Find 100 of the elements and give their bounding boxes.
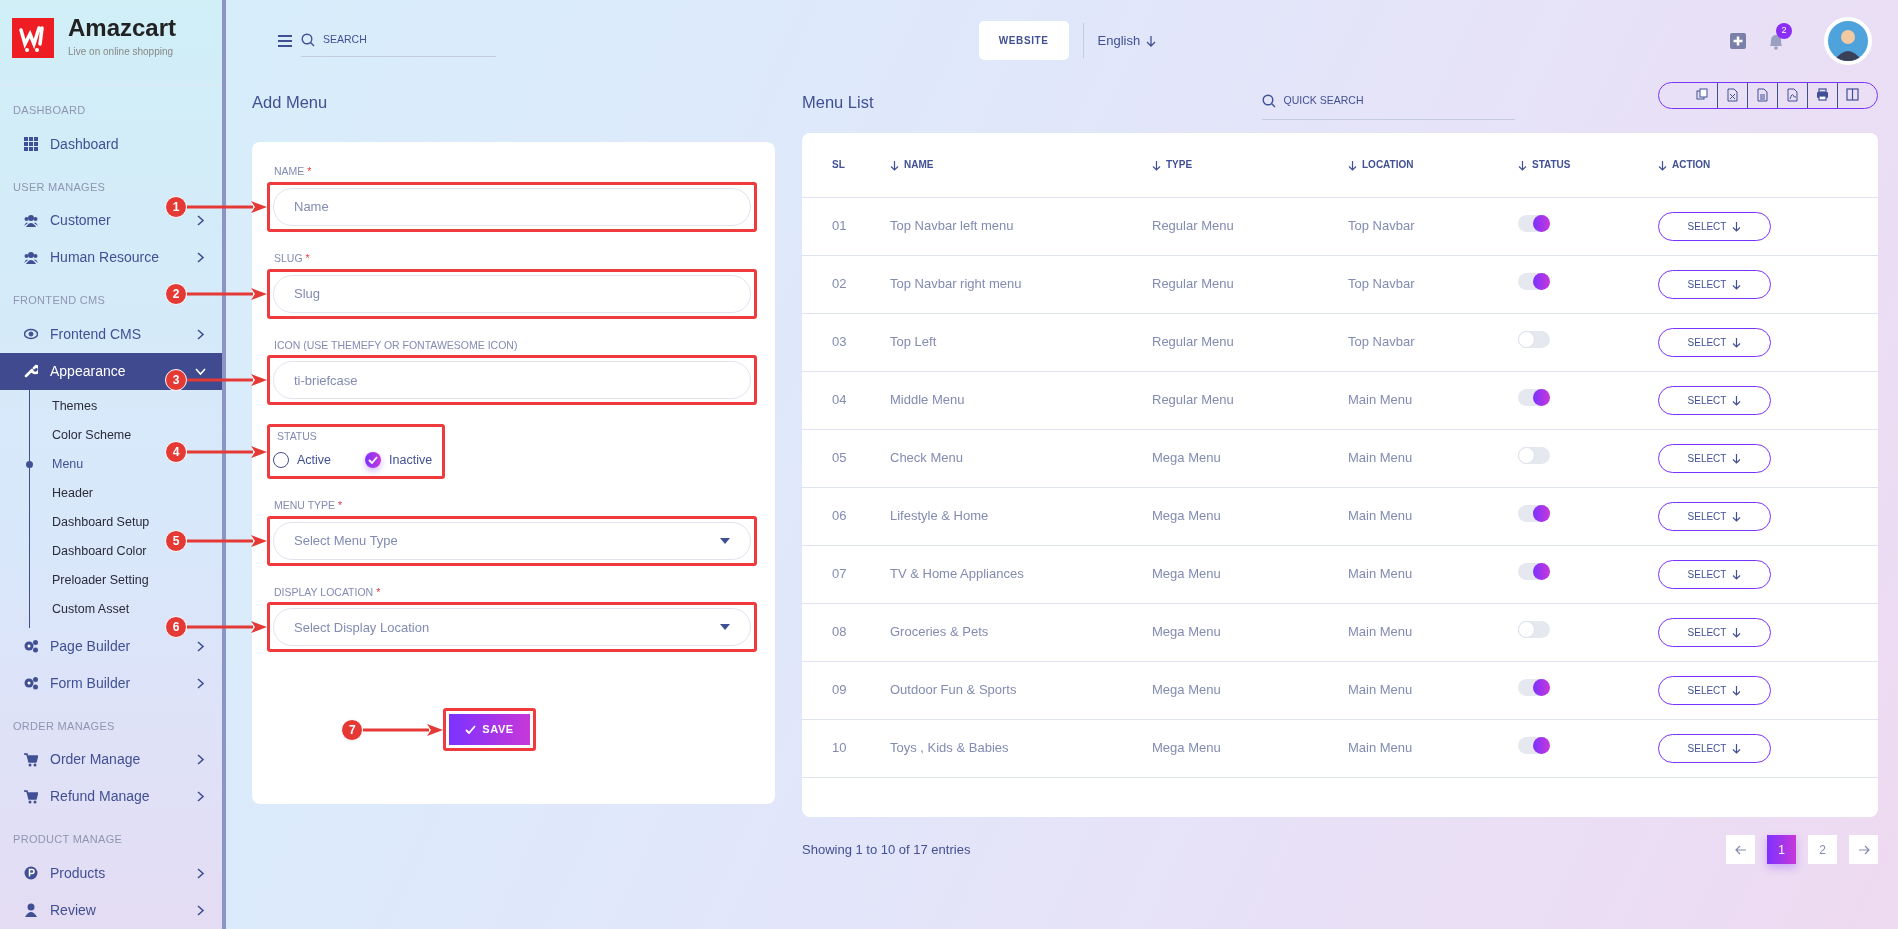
sidebar-item[interactable]: Customer [24, 210, 111, 231]
sidebar-item[interactable]: Page Builder [24, 635, 131, 657]
select-button[interactable]: SELECT [1658, 733, 1771, 763]
column-header[interactable]: NAME [860, 133, 1122, 197]
table-cell: TV & Home Appliances [860, 545, 1122, 603]
chevron-right-icon[interactable] [195, 215, 206, 226]
sidebar-item[interactable]: Appearance [24, 360, 126, 382]
sidebar-heading: ORDER MANAGES [12, 718, 116, 734]
sidebar-item[interactable]: Dashboard [24, 133, 119, 155]
select-button[interactable]: SELECT [1658, 501, 1771, 531]
chevron-right-icon[interactable] [195, 867, 206, 879]
chevron-right-icon[interactable] [195, 640, 206, 652]
avatar[interactable] [1824, 16, 1872, 65]
chevron-right-icon[interactable] [195, 677, 206, 689]
print-icon[interactable] [1816, 88, 1829, 102]
column-header[interactable]: TYPE [1122, 133, 1318, 197]
field-label: MENU TYPE * [274, 497, 344, 513]
table-cell: 08 [802, 603, 860, 661]
select-button[interactable]: SELECT [1658, 385, 1771, 415]
field-label: STATUS [277, 429, 318, 445]
text-field[interactable]: Slug [273, 274, 751, 313]
menu-icon[interactable] [277, 34, 293, 47]
table-cell: Mega Menu [1122, 661, 1318, 719]
chevron-right-icon[interactable] [195, 791, 206, 802]
submenu-item[interactable]: Dashboard Color [30, 536, 151, 566]
quick-search-field[interactable]: QUICK SEARCH [1261, 87, 1515, 120]
spreadsheet-icon[interactable] [1726, 88, 1739, 102]
sidebar-item[interactable]: Human Resource [24, 247, 159, 268]
status-toggle[interactable] [1518, 562, 1550, 580]
sidebar-heading: DASHBOARD [12, 103, 87, 118]
chevron-right-icon[interactable] [195, 328, 206, 340]
column-header[interactable]: ACTION [1628, 133, 1878, 197]
column-header[interactable]: STATUS [1488, 133, 1628, 197]
bell-icon[interactable] [1768, 32, 1784, 50]
brand-name: Amazcart [68, 16, 177, 40]
select-button[interactable]: SELECT [1658, 443, 1771, 473]
search-field[interactable]: SEARCH [301, 28, 496, 57]
wrench-icon [24, 364, 38, 378]
table-cell: Regular Menu [1122, 371, 1318, 429]
caret-icon [720, 624, 730, 631]
pdf-icon[interactable] [1786, 88, 1799, 102]
table-cell: Main Menu [1318, 545, 1488, 603]
status-toggle[interactable] [1518, 388, 1550, 406]
eye-icon [24, 327, 38, 341]
radio-label: Active [297, 452, 332, 469]
select-button[interactable]: SELECT [1658, 211, 1771, 241]
submenu-item[interactable]: Color Scheme [30, 420, 136, 450]
text-field[interactable]: Name [273, 187, 751, 226]
submenu-item[interactable]: Dashboard Setup [30, 507, 154, 537]
text-field[interactable]: ti-briefcase [273, 361, 751, 400]
status-toggle[interactable] [1518, 446, 1550, 464]
table-cell: Mega Menu [1122, 603, 1318, 661]
table-cell: Outdoor Fun & Sports [860, 661, 1122, 719]
sidebar-item[interactable]: Form Builder [24, 672, 131, 694]
users-icon [24, 250, 38, 265]
sidebar-item[interactable]: Products [24, 862, 106, 884]
status-toggle[interactable] [1518, 678, 1550, 696]
table-cell: Top Navbar right menu [860, 255, 1122, 313]
select-button[interactable]: SELECT [1658, 327, 1771, 357]
select-button[interactable]: SELECT [1658, 675, 1771, 705]
status-toggle[interactable] [1518, 272, 1550, 290]
sidebar-item[interactable]: Refund Manage [24, 786, 150, 807]
arrow-down-icon [1732, 278, 1742, 290]
page-button[interactable]: 1 [1767, 835, 1796, 864]
status-toggle[interactable] [1518, 330, 1550, 348]
submenu-item[interactable]: Preloader Setting [30, 565, 153, 595]
chevron-right-icon[interactable] [195, 754, 206, 765]
chevron-right-icon[interactable] [195, 904, 206, 916]
save-button[interactable]: SAVE [449, 714, 530, 745]
status-toggle[interactable] [1518, 736, 1550, 754]
select-button[interactable]: SELECT [1658, 269, 1771, 299]
columns-icon[interactable] [1846, 88, 1859, 102]
plus-icon[interactable] [1730, 32, 1746, 49]
column-header[interactable]: SL [802, 133, 860, 197]
table-cell: 10 [802, 719, 860, 777]
sidebar-item[interactable]: Review [24, 899, 96, 921]
submenu-item[interactable]: Menu [30, 449, 88, 479]
copy-icon[interactable] [1695, 88, 1709, 102]
language-selector[interactable]: English [1082, 22, 1171, 59]
table-cell: Main Menu [1318, 371, 1488, 429]
users-icon [24, 213, 38, 228]
submenu-item[interactable]: Themes [30, 391, 102, 421]
document-icon[interactable] [1756, 88, 1769, 102]
status-toggle[interactable] [1518, 620, 1550, 638]
submenu-item[interactable]: Header [30, 478, 97, 508]
submenu-item[interactable]: Custom Asset [30, 594, 134, 624]
select-button[interactable]: SELECT [1658, 559, 1771, 589]
column-header[interactable]: LOCATION [1318, 133, 1488, 197]
status-toggle[interactable] [1518, 214, 1550, 232]
table-cell: Top Navbar [1318, 313, 1488, 371]
website-button[interactable]: WEBSITE [978, 21, 1069, 60]
radio-label: Inactive [389, 452, 433, 469]
status-toggle[interactable] [1518, 504, 1550, 522]
chevron-right-icon[interactable] [195, 252, 206, 263]
select-button[interactable]: SELECT [1658, 617, 1771, 647]
sidebar-item[interactable]: Order Manage [24, 749, 141, 770]
arrow-down-icon [1732, 336, 1742, 348]
radio-button[interactable] [365, 452, 382, 469]
field-label: DISPLAY LOCATION * [274, 584, 382, 600]
sidebar-item[interactable]: Frontend CMS [24, 323, 142, 345]
